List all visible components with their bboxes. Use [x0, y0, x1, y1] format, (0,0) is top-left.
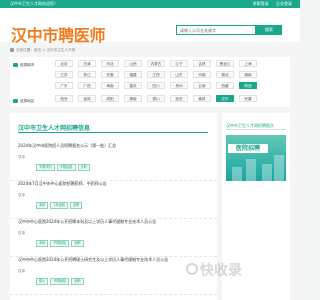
recruitment-banner[interactable]: 医院招聘	[226, 135, 286, 181]
filter-option[interactable]: 江西	[147, 71, 165, 78]
filter-option[interactable]: 重庆	[124, 82, 142, 89]
filter-option[interactable]: 咸阳	[101, 95, 119, 102]
filter-option[interactable]: 广东	[55, 82, 73, 89]
filter-option[interactable]: 内蒙古	[147, 60, 165, 67]
filter-option[interactable]: 铜川	[147, 95, 165, 102]
welcome-text: 汉中市卫生人才网欢迎您！	[10, 1, 58, 6]
header: 汉中市聘医师 搜索	[0, 8, 300, 45]
job-title-link[interactable]: 汉中市中心医院2024年公开招聘本科及以上学历人事代理制专业技术人员公告	[18, 219, 156, 225]
filter-option[interactable]: 上海	[239, 60, 257, 67]
breadcrumb: 当前位置：首页 > 汉中市卫生人才网	[10, 46, 290, 54]
job-tag: 硕士	[36, 278, 49, 285]
banner-text: 医院招聘	[228, 144, 268, 153]
filter-option[interactable]: 榆林	[193, 95, 211, 102]
search-button[interactable]: 搜索	[256, 25, 282, 35]
job-tags: 硕士 不限经验 全职	[36, 267, 86, 286]
filter-option[interactable]: 河南	[193, 71, 211, 78]
filter-option[interactable]: 辽宁	[170, 60, 188, 67]
divider	[18, 132, 208, 133]
filter-option[interactable]: 北京	[55, 60, 73, 67]
job-tags: 本科 1年经验 全职	[36, 191, 84, 210]
filter-option[interactable]: 黑龙江	[216, 60, 234, 67]
job-location: 汉中	[18, 155, 26, 159]
watermark-icon	[186, 263, 198, 275]
filter-option[interactable]: 西安	[55, 95, 73, 102]
filter-option[interactable]: 云南	[193, 82, 211, 89]
filter-option[interactable]: 西藏	[216, 82, 234, 89]
filter-option[interactable]: 河北	[101, 60, 119, 67]
job-tag: 全职	[71, 240, 84, 247]
filter-option[interactable]: 吉林	[193, 60, 211, 67]
job-seeker-login-link[interactable]: 求职登录	[253, 1, 269, 6]
job-tag: 全职	[77, 164, 90, 171]
job-tag: 本科	[36, 240, 49, 247]
search-box	[176, 25, 256, 35]
filter-option[interactable]: 浙江	[78, 71, 96, 78]
job-tag: 不限经验	[56, 164, 76, 171]
filter-option[interactable]: 山东	[170, 71, 188, 78]
job-tag: 1年经验	[50, 202, 68, 209]
job-tag: 本科	[36, 202, 49, 209]
filter-option[interactable]: 湖南	[239, 71, 257, 78]
job-tag: 不限学历	[36, 164, 55, 171]
filter-option[interactable]: 江苏	[55, 71, 73, 78]
filter-option[interactable]: 延安	[170, 95, 188, 102]
watermark: 快收录	[200, 263, 242, 279]
filter-option[interactable]: 四川	[147, 82, 165, 89]
home-icon	[10, 47, 14, 52]
filter-option[interactable]: 海南	[101, 82, 119, 89]
filter-option[interactable]: 安康	[239, 95, 257, 102]
filter-option[interactable]: 渭南	[124, 95, 142, 102]
job-location: 汉中	[18, 231, 26, 235]
filter-option[interactable]: 山西	[124, 60, 142, 67]
job-list-title: 汉中市卫生人才网招聘信息	[18, 125, 91, 132]
filter-panel: 选择城市 选择地区 北京 天津 河北 山西 内蒙古 辽宁 吉林 黑龙江 上海江苏 浙江 安徽 福建 江西…	[10, 57, 290, 107]
job-item[interactable]: 2024年7月汉中市中心医院招聘药师、中药师公告 汉中 本科 1年经验 全职	[10, 181, 217, 219]
job-title-link[interactable]: 2024年汉中市医院招人员招聘报名公示（第一批）汇总	[18, 143, 116, 149]
location-icon	[13, 98, 18, 103]
city-filter-label: 选择城市	[13, 62, 34, 68]
job-item[interactable]: 汉中市中心医院2024年公开招聘本科及以上学历人事代理制专业技术人员公告 汉中 本科…	[10, 219, 217, 257]
job-tag: 不限经验	[50, 278, 70, 285]
job-location: 汉中	[18, 193, 26, 197]
site-logo[interactable]: 汉中市聘医师	[11, 22, 106, 46]
filter-option[interactable]: 陕西	[239, 82, 257, 89]
job-title-link[interactable]: 2024年7月汉中市中心医院招聘药师、中药师公告	[18, 181, 107, 187]
filter-option[interactable]: 福建	[124, 71, 142, 78]
divider	[226, 129, 286, 130]
region-filter-label: 选择地区	[13, 98, 34, 104]
job-tag: 不限经验	[50, 240, 70, 247]
job-item[interactable]: 2024年汉中市医院招人员招聘报名公示（第一批）汇总 汉中 不限学历 不限经验 全职	[10, 143, 217, 181]
filter-option[interactable]: 广西	[78, 82, 96, 89]
filter-option[interactable]: 安徽	[101, 71, 119, 78]
location-icon	[13, 62, 18, 67]
job-tags: 不限学历 不限经验 全职	[36, 153, 92, 172]
filter-option[interactable]: 天津	[78, 60, 96, 67]
job-title-link[interactable]: 汉中市中心医院2024年公开招聘硕士研究生及以上学历人事代理制专业技术人员公告	[18, 257, 168, 263]
job-item[interactable]: 汉中市中心医院2024年公开招聘硕士研究生及以上学历人事代理制专业技术人员公告汉…	[10, 257, 217, 295]
job-location: 汉中	[18, 269, 26, 273]
filter-option[interactable]: 湖北	[216, 71, 234, 78]
company-login-link[interactable]: 企业登录	[276, 1, 292, 6]
search-input[interactable]	[180, 28, 254, 33]
job-tags: 本科 不限经验 全职	[36, 229, 86, 248]
filter-option[interactable]: 汉中	[216, 95, 234, 102]
job-tag: 全职	[71, 278, 84, 285]
top-bar: 汉中市卫生人才网欢迎您！ 求职登录 企业登录	[0, 0, 300, 8]
job-tag: 全职	[69, 202, 83, 209]
filter-option[interactable]: 贵州	[170, 82, 188, 89]
filter-option[interactable]: 宝鸡	[78, 95, 96, 102]
